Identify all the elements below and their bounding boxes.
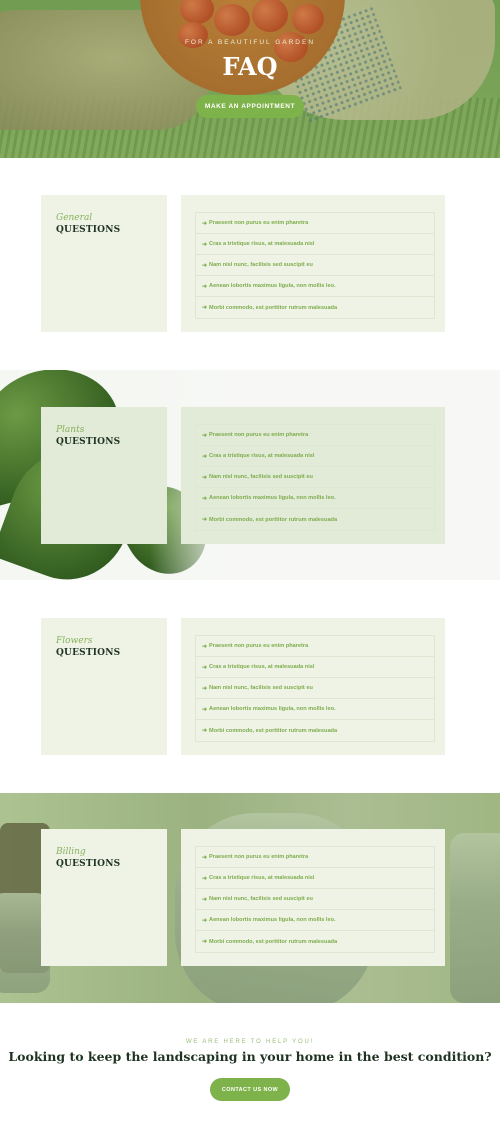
faq-item[interactable]: ➜ Aenean lobortis maximus ligula, non mol… [196, 699, 434, 720]
faq-question: Cras a tristique risus, at malesuada nis… [209, 875, 315, 881]
page-title: FAQ [222, 52, 278, 81]
faq-question: Cras a tristique risus, at malesuada nis… [209, 241, 315, 247]
faq-question: Nam nisl nunc, facilisis sed suscipit eu [209, 262, 313, 268]
faq-item[interactable]: ➜ Praesent non purus eu enim pharetra [196, 636, 434, 657]
contact-us-button[interactable]: CONTACT US NOW [210, 1078, 290, 1101]
cta-eyebrow: WE ARE HERE TO HELP YOU! [185, 1039, 315, 1045]
faq-list: ➜ Praesent non purus eu enim pharetra ➜ Cr… [195, 635, 435, 742]
faq-question: Aenean lobortis maximus ligula, non moll… [209, 495, 336, 501]
arrow-right-icon: ➜ [202, 305, 208, 311]
faq-question: Aenean lobortis maximus ligula, non moll… [209, 283, 336, 289]
faq-item[interactable]: ➜ Nam nisl nunc, facilisis sed suscipit e… [196, 467, 434, 488]
faq-list: ➜ Praesent non purus eu enim pharetra ➜ Cr… [195, 212, 435, 319]
faq-question: Nam nisl nunc, facilisis sed suscipit eu [209, 685, 313, 691]
arrow-right-icon: ➜ [202, 875, 208, 882]
faq-question: Morbi commodo, est porttitor rutrum male… [209, 727, 338, 734]
faq-question: Praesent non purus eu enim pharetra [209, 643, 309, 649]
faq-item[interactable]: ➜ Morbi commodo, est porttitor rutrum mal… [196, 931, 434, 952]
faq-panel-plants: ➜ Praesent non purus eu enim pharetra ➜ Cr… [181, 407, 445, 544]
faq-question: Morbi commodo, est porttitor rutrum male… [209, 304, 338, 311]
arrow-right-icon: ➜ [202, 474, 208, 481]
faq-question: Praesent non purus eu enim pharetra [209, 854, 309, 860]
faq-question: Cras a tristique risus, at malesuada nis… [209, 664, 315, 670]
faq-question: Nam nisl nunc, facilisis sed suscipit eu [209, 896, 313, 902]
faq-item[interactable]: ➜ Cras a tristique risus, at malesuada ni… [196, 234, 434, 255]
faq-item[interactable]: ➜ Nam nisl nunc, facilisis sed suscipit e… [196, 255, 434, 276]
category-name: Billing [56, 847, 86, 857]
faq-item[interactable]: ➜ Aenean lobortis maximus ligula, non mol… [196, 488, 434, 509]
faq-question: Nam nisl nunc, facilisis sed suscipit eu [209, 474, 313, 480]
make-appointment-button[interactable]: MAKE AN APPOINTMENT [196, 95, 304, 118]
arrow-right-icon: ➜ [202, 664, 208, 671]
arrow-right-icon: ➜ [202, 432, 208, 439]
faq-question: Cras a tristique risus, at malesuada nis… [209, 453, 315, 459]
category-heading: QUESTIONS [56, 437, 121, 447]
faq-item[interactable]: ➜ Nam nisl nunc, facilisis sed suscipit e… [196, 889, 434, 910]
faq-item[interactable]: ➜ Morbi commodo, est porttitor rutrum mal… [196, 720, 434, 741]
arrow-right-icon: ➜ [202, 241, 208, 248]
category-card-billing: Billing QUESTIONS [41, 829, 167, 966]
faq-question: Aenean lobortis maximus ligula, non moll… [209, 706, 336, 712]
faq-item[interactable]: ➜ Cras a tristique risus, at malesuada ni… [196, 657, 434, 678]
category-card-general: General QUESTIONS [41, 195, 167, 332]
hero-banner: FOR A BEAUTIFUL GARDEN FAQ MAKE AN APPOI… [0, 0, 500, 158]
arrow-right-icon: ➜ [202, 854, 208, 861]
faq-item[interactable]: ➜ Cras a tristique risus, at malesuada ni… [196, 868, 434, 889]
faq-question: Praesent non purus eu enim pharetra [209, 432, 309, 438]
faq-panel-billing: ➜ Praesent non purus eu enim pharetra ➜ Cr… [181, 829, 445, 966]
arrow-right-icon: ➜ [202, 453, 208, 460]
category-name: Plants [56, 425, 85, 435]
faq-item[interactable]: ➜ Cras a tristique risus, at malesuada ni… [196, 446, 434, 467]
faq-item[interactable]: ➜ Aenean lobortis maximus ligula, non mol… [196, 910, 434, 931]
category-card-plants: Plants QUESTIONS [41, 407, 167, 544]
faq-item[interactable]: ➜ Praesent non purus eu enim pharetra [196, 213, 434, 234]
arrow-right-icon: ➜ [202, 917, 208, 924]
faq-list: ➜ Praesent non purus eu enim pharetra ➜ Cr… [195, 424, 435, 531]
arrow-right-icon: ➜ [202, 685, 208, 692]
arrow-right-icon: ➜ [202, 495, 208, 502]
category-heading: QUESTIONS [56, 648, 121, 658]
arrow-right-icon: ➜ [202, 283, 208, 290]
faq-question: Morbi commodo, est porttitor rutrum male… [209, 516, 338, 523]
faq-question: Praesent non purus eu enim pharetra [209, 220, 309, 226]
faq-question: Morbi commodo, est porttitor rutrum male… [209, 938, 338, 945]
arrow-right-icon: ➜ [202, 939, 208, 945]
cta-heading: Looking to keep the landscaping in your … [8, 1049, 492, 1064]
faq-item[interactable]: ➜ Nam nisl nunc, facilisis sed suscipit e… [196, 678, 434, 699]
faq-item[interactable]: ➜ Aenean lobortis maximus ligula, non mol… [196, 276, 434, 297]
faq-panel-general: ➜ Praesent non purus eu enim pharetra ➜ Cr… [181, 195, 445, 332]
faq-list: ➜ Praesent non purus eu enim pharetra ➜ Cr… [195, 846, 435, 953]
arrow-right-icon: ➜ [202, 517, 208, 523]
faq-item[interactable]: ➜ Praesent non purus eu enim pharetra [196, 847, 434, 868]
arrow-right-icon: ➜ [202, 220, 208, 227]
category-heading: QUESTIONS [56, 859, 121, 869]
arrow-right-icon: ➜ [202, 728, 208, 734]
faq-item[interactable]: ➜ Praesent non purus eu enim pharetra [196, 425, 434, 446]
arrow-right-icon: ➜ [202, 643, 208, 650]
arrow-right-icon: ➜ [202, 706, 208, 713]
faq-panel-flowers: ➜ Praesent non purus eu enim pharetra ➜ Cr… [181, 618, 445, 755]
category-heading: QUESTIONS [56, 225, 121, 235]
faq-item[interactable]: ➜ Morbi commodo, est porttitor rutrum mal… [196, 509, 434, 530]
faq-question: Aenean lobortis maximus ligula, non moll… [209, 917, 336, 923]
arrow-right-icon: ➜ [202, 896, 208, 903]
arrow-right-icon: ➜ [202, 262, 208, 269]
hero-eyebrow: FOR A BEAUTIFUL GARDEN [184, 39, 316, 46]
faq-item[interactable]: ➜ Morbi commodo, est porttitor rutrum mal… [196, 297, 434, 318]
category-card-flowers: Flowers QUESTIONS [41, 618, 167, 755]
category-name: Flowers [56, 636, 93, 646]
category-name: General [56, 213, 93, 223]
